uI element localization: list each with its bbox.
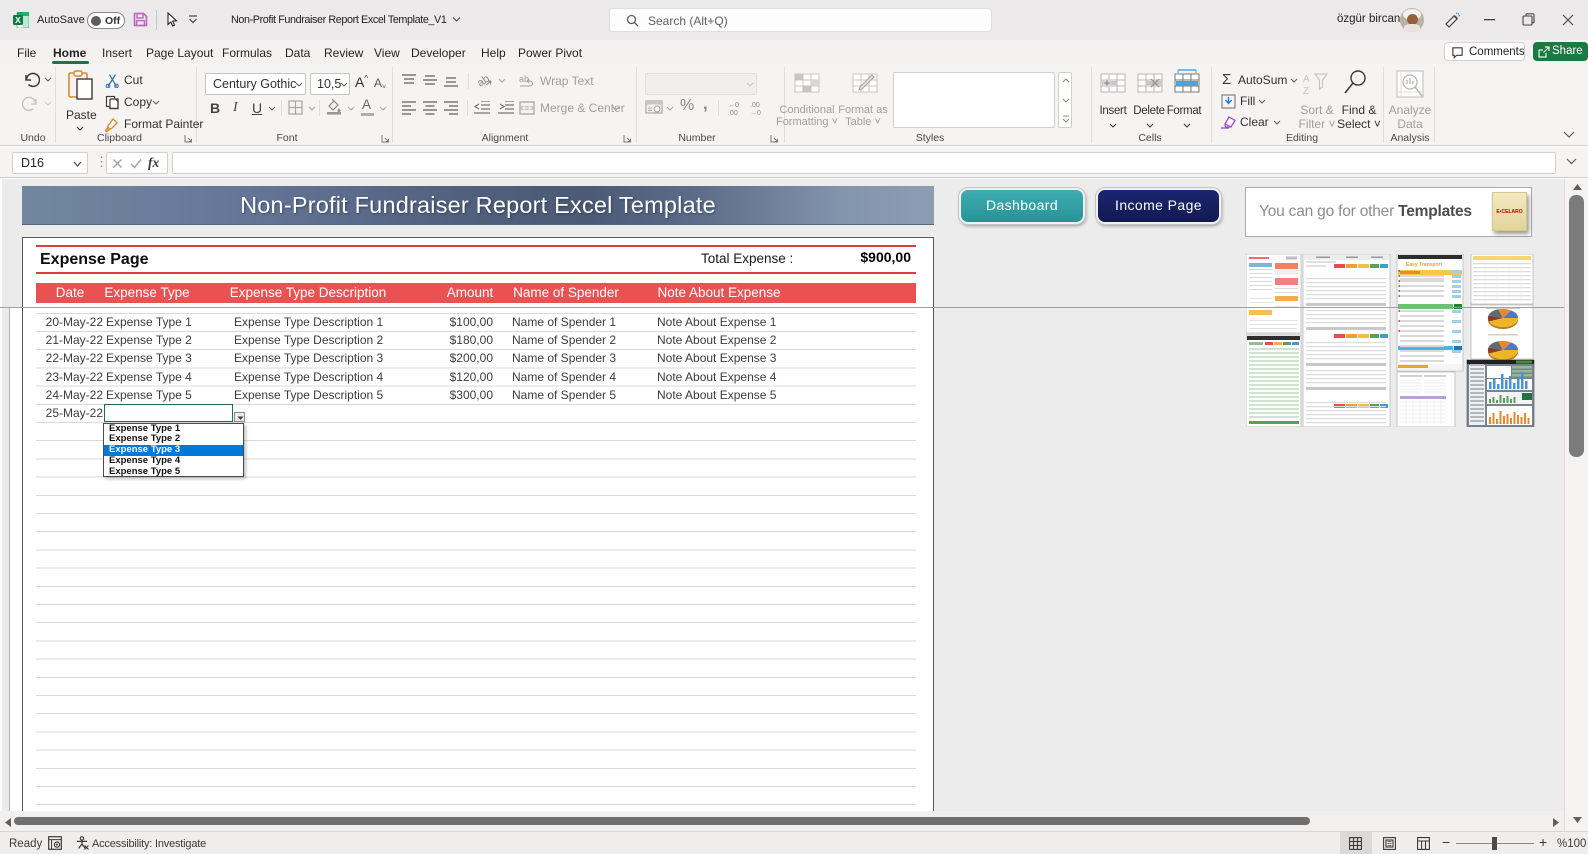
svg-text:←0: ←0 [728, 102, 739, 109]
svg-text:Easy Transport: Easy Transport [1406, 262, 1442, 268]
svg-text:ab: ab [519, 74, 529, 84]
svg-text:Z: Z [1303, 86, 1309, 96]
svg-text:A: A [1303, 74, 1310, 85]
svg-text:.00: .00 [728, 110, 738, 116]
svg-text:→0: →0 [750, 110, 761, 116]
svg-text:X: X [15, 15, 21, 25]
svg-text:.00: .00 [750, 102, 760, 109]
